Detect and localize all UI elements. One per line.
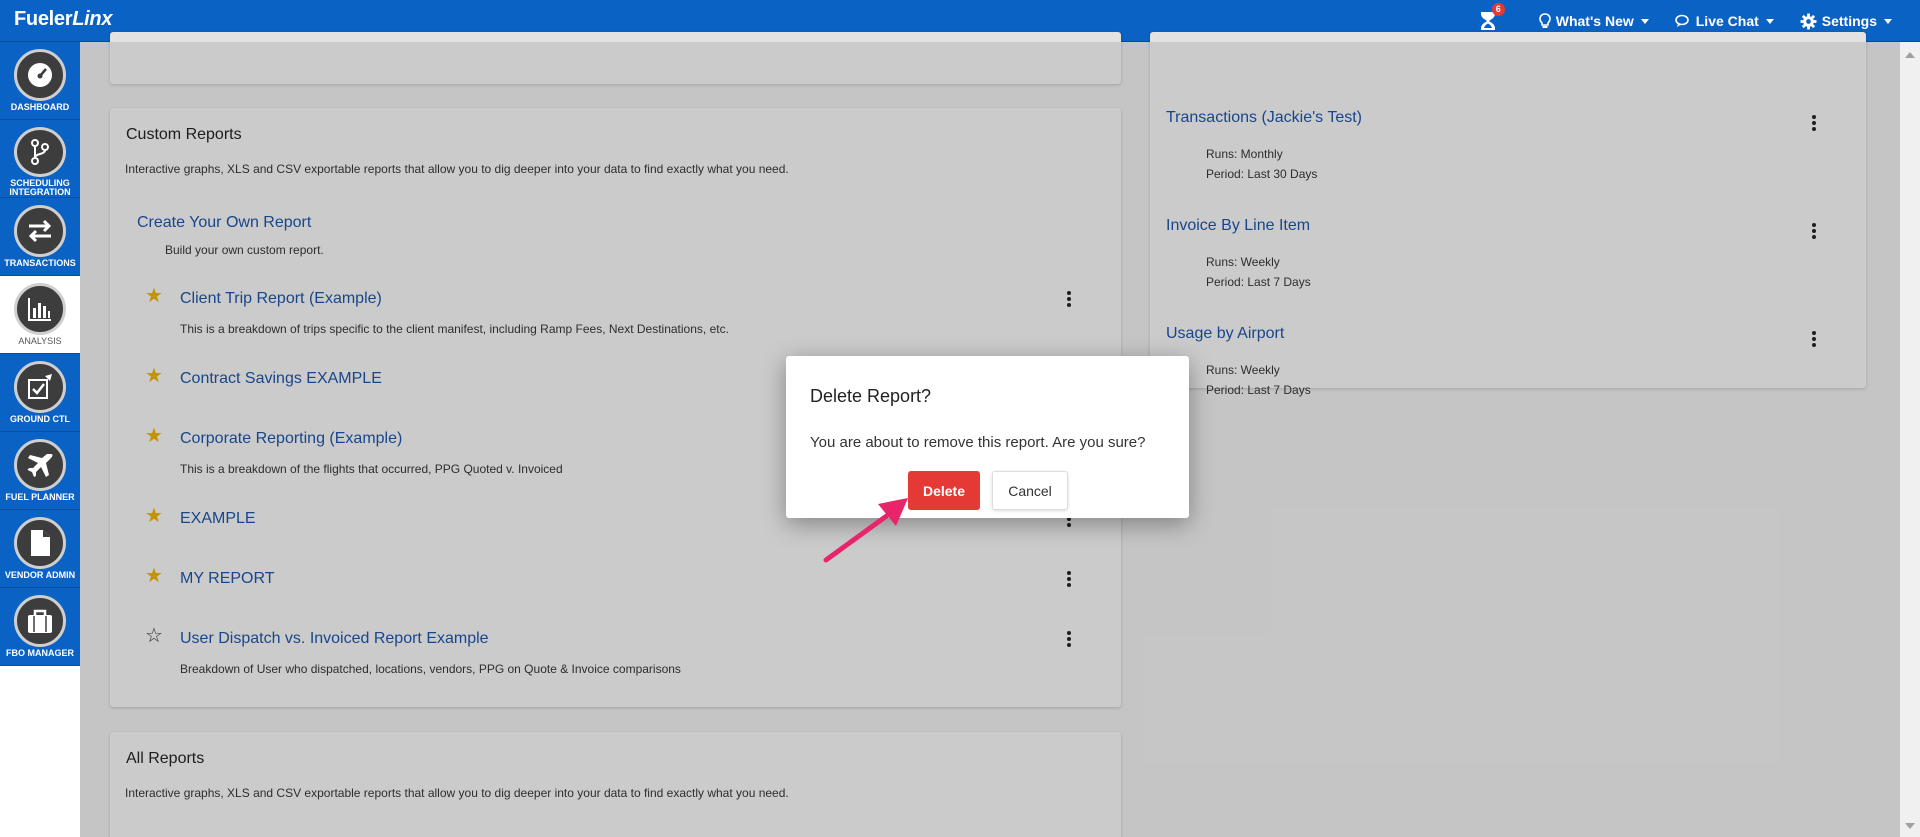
sidebar-item-fuel-planner[interactable]: FUEL PLANNER xyxy=(0,432,80,510)
analysis-icon-circle xyxy=(14,283,66,335)
scheduling-icon-circle xyxy=(14,127,66,177)
ground-ctl-icon-circle xyxy=(14,361,66,413)
sidebar-label-line: ANALYSIS xyxy=(18,336,62,346)
fbo-manager-icon-circle xyxy=(14,595,66,647)
chevron-down-icon xyxy=(1765,18,1774,24)
chevron-down-icon xyxy=(1640,18,1649,24)
notification-badge: 6 xyxy=(1491,3,1505,16)
sidebar-label-line: DASHBOARD xyxy=(10,102,70,112)
sidebar-label: TRANSACTIONS xyxy=(4,259,76,268)
sidebar-label: DASHBOARD xyxy=(11,103,70,112)
sidebar-label-line: TRANSACTIONS xyxy=(4,258,76,268)
branch-icon xyxy=(31,139,49,165)
swap-arrows-icon xyxy=(28,219,52,243)
delete-button[interactable]: Delete xyxy=(908,471,980,510)
sidebar-label: FUEL PLANNER xyxy=(5,493,74,502)
checklist-plane-icon xyxy=(28,374,52,399)
sidebar-label: SCHEDULING INTEGRATION xyxy=(9,179,70,197)
sidebar-label-line: INTEGRATION xyxy=(9,187,71,197)
live-chat-menu[interactable]: Live Chat xyxy=(1674,13,1774,29)
settings-label: Settings xyxy=(1821,13,1877,29)
sidebar-label-line: FUEL PLANNER xyxy=(5,492,75,502)
sidebar-item-fbo-manager[interactable]: FBO MANAGER xyxy=(0,588,80,666)
bar-chart-icon xyxy=(28,298,51,321)
sidebar-item-transactions[interactable]: TRANSACTIONS xyxy=(0,198,80,276)
sidebar-item-scheduling-integration[interactable]: SCHEDULING INTEGRATION xyxy=(0,120,80,198)
fuel-planner-icon-circle xyxy=(14,439,66,491)
whats-new-label: What's New xyxy=(1555,13,1634,29)
live-chat-label: Live Chat xyxy=(1695,13,1759,29)
transactions-icon-circle xyxy=(14,205,66,257)
chat-icon xyxy=(1674,14,1689,27)
sidebar-label: GROUND CTL xyxy=(10,415,70,424)
speedometer-icon xyxy=(28,63,52,87)
dashboard-icon-circle xyxy=(14,49,66,101)
vendor-admin-icon-circle xyxy=(14,517,66,569)
scroll-down-icon[interactable] xyxy=(1905,823,1915,829)
cancel-button[interactable]: Cancel xyxy=(992,471,1068,510)
sidebar-item-dashboard[interactable]: DASHBOARD xyxy=(0,42,80,120)
sidebar-item-ground-ctl[interactable]: GROUND CTL xyxy=(0,354,80,432)
logo-italic-text: Linx xyxy=(72,8,113,30)
document-icon xyxy=(31,530,50,556)
logo-main-text: Fueler xyxy=(14,8,73,30)
sidebar-label-line: VENDOR ADMIN xyxy=(4,570,76,580)
sidebar-label: VENDOR ADMIN xyxy=(5,571,75,580)
scroll-up-icon[interactable] xyxy=(1905,52,1915,58)
sidebar-item-analysis[interactable]: ANALYSIS xyxy=(0,276,80,354)
sidebar-label: ANALYSIS xyxy=(18,337,61,346)
sidebar-label-line: GROUND CTL xyxy=(10,414,70,424)
app-logo[interactable]: FuelerLinx xyxy=(14,8,112,31)
chevron-down-icon xyxy=(1884,18,1892,24)
sidebar: DASHBOARD SCHEDULING INTEGRATION TRANSACT… xyxy=(0,42,80,837)
sidebar-label-line: FBO MANAGER xyxy=(6,648,74,658)
sidebar-label: FBO MANAGER xyxy=(6,649,74,658)
dialog-title: Delete Report? xyxy=(810,386,932,406)
gear-icon xyxy=(1800,13,1817,29)
briefcase-icon xyxy=(28,609,52,633)
page-scrollbar[interactable] xyxy=(1900,42,1920,837)
settings-menu[interactable]: Settings xyxy=(1800,13,1892,30)
whats-new-menu[interactable]: What's New xyxy=(1538,13,1649,29)
dialog-message: You are about to remove this report. Are… xyxy=(810,434,1146,451)
sidebar-item-vendor-admin[interactable]: VENDOR ADMIN xyxy=(0,510,80,588)
lightbulb-icon xyxy=(1538,13,1551,28)
annotation-arrow-icon xyxy=(823,498,908,563)
airplane-icon xyxy=(27,454,53,477)
notifications-button[interactable]: 6 xyxy=(1477,3,1505,32)
